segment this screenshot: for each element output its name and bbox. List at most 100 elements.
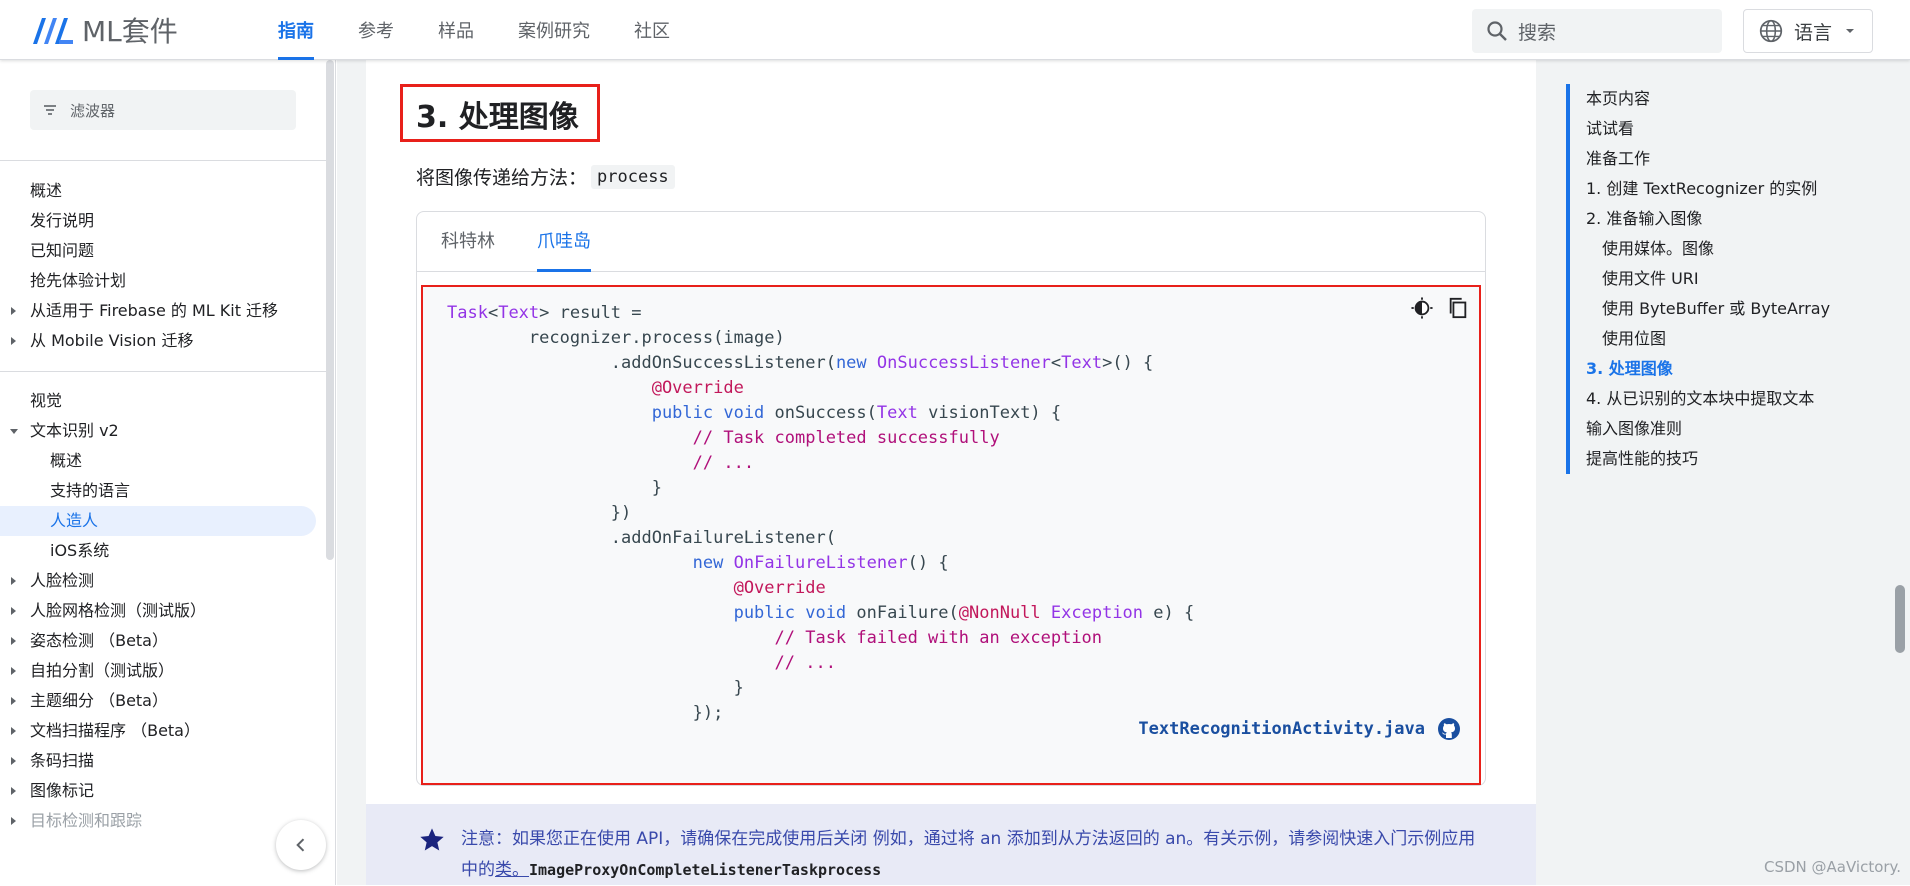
sidebar-item-overview[interactable]: 概述 [0,176,316,206]
left-sidebar: 滤波器 概述 发行说明 已知问题 抢先体验计划 从适用于 Firebase 的 … [0,60,336,885]
language-tabs: 科特林 爪哇岛 [417,212,1485,272]
collapse-sidebar-button[interactable] [276,820,326,870]
sidebar-divider [0,160,326,161]
sidebar-heading-vision: 视觉 [30,391,63,410]
note-callout: 注意：如果您正在使用 API，请确保在完成使用后关闭 例如，通过将 an 添加到… [366,804,1536,885]
sidebar-item-text-recognition[interactable]: 文本识别 v2 [0,416,316,446]
nav-tab-samples[interactable]: 样品 [416,0,496,60]
sidebar-item-face-mesh[interactable]: 人脸网格检测（测试版） [0,596,316,626]
sidebar-subitem-ios[interactable]: iOS系统 [0,536,316,566]
sidebar-item-label: 从 Mobile Vision 迁移 [30,331,194,350]
sidebar-subitem-languages[interactable]: 支持的语言 [0,476,316,506]
sidebar-item-known-issues[interactable]: 已知问题 [0,236,316,266]
globe-icon [1759,19,1783,43]
star-icon [420,828,444,851]
sidebar-item-label: 自拍分割（测试版） [30,661,175,680]
toc-item-input-guidelines[interactable]: 输入图像准则 [1570,414,1866,444]
logo-text: ML套件 [82,15,178,48]
watermark-text: CSDN @AaVictory. [1764,858,1902,876]
nav-tab-reference[interactable]: 参考 [336,0,416,60]
nav-tab-guides[interactable]: 指南 [256,0,336,60]
toc-item-extract-text[interactable]: 4. 从已识别的文本块中提取文本 [1570,384,1866,414]
source-file-link[interactable]: TextRecognitionActivity.java [1138,717,1461,741]
toc-item-create-recognizer[interactable]: 1. 创建 TextRecognizer 的实例 [1570,174,1866,204]
tab-kotlin[interactable]: 科特林 [441,212,495,272]
tab-java[interactable]: 爪哇岛 [537,212,591,272]
sidebar-item-barcode-scanning[interactable]: 条码扫描 [0,746,316,776]
sidebar-item-release-notes[interactable]: 发行说明 [0,206,316,236]
toc-item-process-image[interactable]: 3. 处理图像 [1570,354,1866,384]
sidebar-item-migrate-mobile-vision[interactable]: 从 Mobile Vision 迁移 [0,326,316,356]
section-heading: 3. 处理图像 [416,100,579,135]
toc-item-media-image[interactable]: 使用媒体。图像 [1570,234,1866,264]
site-logo[interactable]: ML套件 [30,12,178,48]
nav-tab-community[interactable]: 社区 [612,0,692,60]
toc-item-bytebuffer[interactable]: 使用 ByteBuffer 或 ByteArray [1570,294,1866,324]
search-placeholder: 搜索 [1518,21,1557,44]
sidebar-subitem-android[interactable]: 人造人 [0,506,316,536]
sidebar-item-migrate-firebase[interactable]: 从适用于 Firebase 的 ML Kit 迁移 [0,296,316,326]
search-icon [1487,21,1507,41]
filter-placeholder: 滤波器 [70,101,116,120]
toc-item-file-uri[interactable]: 使用文件 URI [1570,264,1866,294]
toc-item-before-you-begin[interactable]: 准备工作 [1570,144,1866,174]
expand-arrow-icon [11,757,16,765]
toc-item-bitmap[interactable]: 使用位图 [1570,324,1866,354]
theme-toggle-icon[interactable] [1411,297,1433,319]
sidebar-item-label: 主题细分 （Beta） [30,691,168,710]
copy-icon[interactable] [1447,297,1469,319]
lead-paragraph: 将图像传递给方法： process [416,163,675,190]
sidebar-item-object-detection[interactable]: 目标检测和跟踪 [0,806,316,836]
sidebar-item-image-labeling[interactable]: 图像标记 [0,776,316,806]
sidebar-item-label: 从适用于 Firebase 的 ML Kit 迁移 [30,301,279,320]
search-input[interactable]: 搜索 [1472,9,1722,53]
note-label: 注意： [461,829,512,849]
expand-arrow-icon [11,607,16,615]
page-scrollbar-thumb[interactable] [1895,585,1905,653]
filter-input[interactable]: 滤波器 [30,90,296,130]
dropdown-arrow-icon [1846,29,1855,33]
ml-kit-logo-icon [33,18,73,44]
filter-icon [44,105,56,115]
collapse-arrow-icon [10,429,18,434]
sidebar-item-face-detection[interactable]: 人脸检测 [0,566,316,596]
language-selector[interactable]: 语言 [1743,9,1873,53]
sidebar-item-label: 目标检测和跟踪 [30,811,143,830]
sidebar-item-label: 文本识别 v2 [30,421,119,440]
language-label: 语言 [1794,21,1833,44]
sidebar-item-label: 条码扫描 [30,751,95,770]
note-link[interactable]: 类。 [495,860,529,880]
expand-arrow-icon [11,697,16,705]
nav-tab-case-studies[interactable]: 案例研究 [496,0,612,60]
code-sample-card: 科特林 爪哇岛 Task<Text> result = recognizer.p… [416,211,1486,786]
sidebar-item-early-access[interactable]: 抢先体验计划 [0,266,316,296]
toc-heading: 本页内容 [1586,89,1651,108]
expand-arrow-icon [11,307,16,315]
sidebar-item-label: 姿态检测 （Beta） [30,631,168,650]
note-text: 注意：如果您正在使用 API，请确保在完成使用后关闭 例如，通过将 an 添加到… [461,824,1491,886]
sidebar-scrollbar[interactable] [326,60,334,560]
toc-item-try-it[interactable]: 试试看 [1570,114,1866,144]
sidebar-item-pose-detection[interactable]: 姿态检测 （Beta） [0,626,316,656]
expand-arrow-icon [11,637,16,645]
toc-item-performance-tips[interactable]: 提高性能的技巧 [1570,444,1866,474]
expand-arrow-icon [11,727,16,735]
inline-code-process: process [591,164,675,189]
java-code: Task<Text> result = recognizer.process(i… [447,303,1195,723]
sidebar-item-label: 图像标记 [30,781,95,800]
expand-arrow-icon [11,787,16,795]
expand-arrow-icon [11,667,16,675]
sidebar-item-subject-segmentation[interactable]: 主题细分 （Beta） [0,686,316,716]
sidebar-item-selfie-segmentation[interactable]: 自拍分割（测试版） [0,656,316,686]
top-navigation-bar: ML套件 指南 参考 样品 案例研究 社区 搜索 语言 [0,0,1910,60]
sidebar-subitem-overview[interactable]: 概述 [0,446,316,476]
sidebar-divider [0,371,326,372]
table-of-contents: 本页内容 试试看 准备工作 1. 创建 TextRecognizer 的实例 2… [1566,84,1866,474]
toc-item-prepare-input[interactable]: 2. 准备输入图像 [1570,204,1866,234]
sidebar-item-document-scanner[interactable]: 文档扫描程序 （Beta） [0,716,316,746]
expand-arrow-icon [11,577,16,585]
lead-text: 将图像传递给方法： [416,167,588,189]
sidebar-item-label: 文档扫描程序 （Beta） [30,721,200,740]
source-file-name: TextRecognitionActivity.java [1138,719,1425,739]
sidebar-item-label: 人脸检测 [30,571,95,590]
